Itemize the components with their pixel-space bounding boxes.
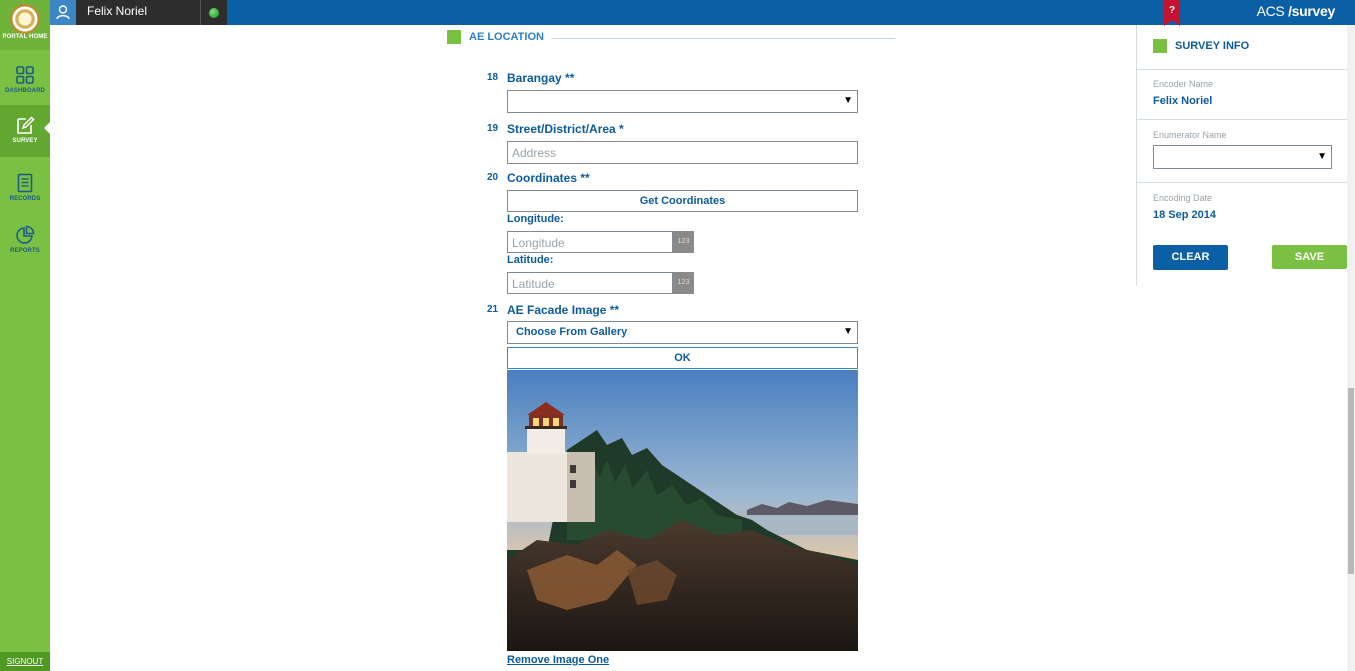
- online-status-icon: [200, 0, 227, 25]
- facade-image-preview: [507, 370, 858, 651]
- sidebar-item-records[interactable]: RECORDS: [0, 163, 50, 213]
- seal-logo-icon: [10, 4, 40, 34]
- ok-button[interactable]: OK: [507, 347, 858, 369]
- section-divider: [551, 38, 895, 39]
- get-coordinates-button[interactable]: Get Coordinates: [507, 190, 858, 212]
- question-number: 19: [487, 123, 499, 134]
- question-number: 18: [487, 72, 499, 83]
- page-scrollbar[interactable]: [1347, 25, 1355, 671]
- sidebar: PORTAL HOME DASHBOARD SURVEY RECORDS REP…: [0, 0, 50, 671]
- sidebar-item-label: REPORTS: [10, 248, 40, 254]
- address-placeholder: Address: [512, 146, 557, 160]
- question-number: 21: [487, 304, 499, 315]
- question-number: 20: [487, 172, 499, 183]
- signout-link[interactable]: SIGNOUT: [0, 652, 50, 671]
- user-icon[interactable]: [50, 0, 76, 25]
- remove-image-link[interactable]: Remove Image One: [507, 654, 609, 666]
- numeric-keypad-icon: 123: [673, 272, 694, 294]
- portal-home-link[interactable]: PORTAL HOME: [0, 0, 50, 50]
- address-input[interactable]: Address: [507, 141, 858, 164]
- pie-chart-icon: [16, 225, 35, 244]
- dashboard-grid-icon: [16, 66, 34, 84]
- barangay-select[interactable]: ▼: [507, 90, 858, 113]
- divider: [1137, 182, 1347, 183]
- encoder-name-label: Encoder Name: [1153, 79, 1214, 89]
- clear-button[interactable]: CLEAR: [1153, 245, 1228, 270]
- top-bar: Felix Noriel ACS /survey: [0, 0, 1355, 25]
- sidebar-item-reports[interactable]: REPORTS: [0, 215, 50, 265]
- numeric-keypad-icon: 123: [673, 231, 694, 253]
- section-marker: [1153, 39, 1167, 53]
- scrollbar-thumb[interactable]: [1348, 388, 1354, 574]
- username-label: Felix Noriel: [76, 0, 200, 25]
- dropdown-arrow-icon: ▼: [843, 95, 853, 106]
- encoder-name-value: Felix Noriel: [1153, 95, 1213, 107]
- sidebar-item-label: DASHBOARD: [5, 88, 45, 94]
- section-header: AE LOCATION: [447, 30, 895, 44]
- image-source-value: Choose From Gallery: [516, 326, 628, 338]
- latitude-input[interactable]: Latitude: [507, 272, 673, 294]
- enumerator-name-label: Enumerator Name: [1153, 130, 1227, 140]
- brand-prefix: ACS: [1256, 3, 1285, 19]
- longitude-label: Longitude:: [507, 213, 564, 225]
- dropdown-arrow-icon: ▼: [843, 326, 853, 337]
- sidebar-item-survey[interactable]: SURVEY: [0, 105, 50, 157]
- save-button[interactable]: SAVE: [1272, 245, 1347, 269]
- divider: [1137, 119, 1347, 120]
- app-brand: ACS /survey: [1256, 3, 1336, 19]
- brand-suffix: /survey: [1288, 3, 1335, 19]
- divider: [1137, 69, 1347, 70]
- sidebar-item-dashboard[interactable]: DASHBOARD: [0, 55, 50, 105]
- survey-info-panel: SURVEY INFO Encoder Name Felix Noriel En…: [1136, 25, 1347, 286]
- section-title: AE LOCATION: [469, 31, 544, 43]
- section-marker: [447, 30, 461, 44]
- sidebar-item-label: SURVEY: [12, 138, 38, 144]
- image-source-select[interactable]: Choose From Gallery ▼: [507, 321, 858, 344]
- active-indicator: [44, 122, 50, 134]
- longitude-placeholder: Longitude: [512, 236, 565, 250]
- edit-pencil-icon: [17, 116, 35, 134]
- latitude-label: Latitude:: [507, 254, 554, 266]
- coordinates-label: Coordinates **: [507, 171, 590, 185]
- encoding-date-value: 18 Sep 2014: [1153, 209, 1216, 221]
- survey-info-title: SURVEY INFO: [1175, 40, 1250, 52]
- dropdown-arrow-icon: ▼: [1317, 151, 1327, 162]
- longitude-input[interactable]: Longitude: [507, 231, 673, 253]
- street-label: Street/District/Area *: [507, 122, 624, 136]
- document-icon: [17, 173, 33, 193]
- barangay-label: Barangay **: [507, 71, 575, 85]
- facade-image-label: AE Facade Image **: [507, 303, 620, 317]
- enumerator-name-select[interactable]: ▼: [1153, 145, 1332, 169]
- latitude-placeholder: Latitude: [512, 277, 555, 291]
- sidebar-item-label: RECORDS: [9, 196, 41, 202]
- encoding-date-label: Encoding Date: [1153, 193, 1213, 203]
- portal-home-label: PORTAL HOME: [2, 34, 48, 40]
